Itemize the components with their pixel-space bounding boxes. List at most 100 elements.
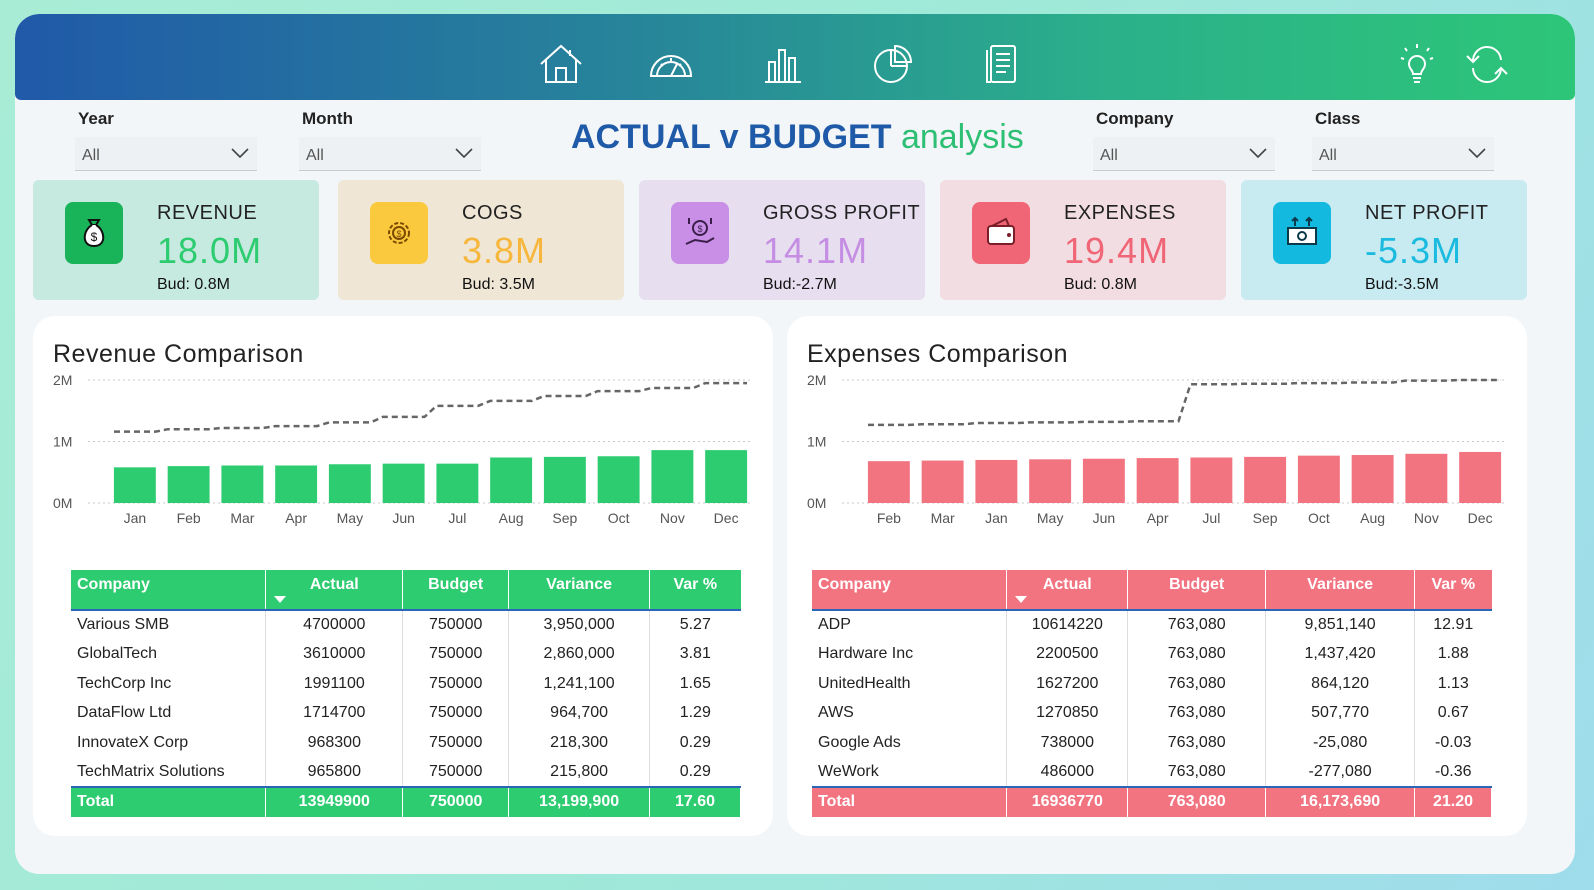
bar[interactable]	[490, 457, 533, 503]
table-row[interactable]: TechCorp Inc 1991100 750000 1,241,100 1.65	[71, 669, 741, 699]
bar[interactable]	[1459, 451, 1502, 503]
table-row[interactable]: WeWork 486000 763,080 -277,080 -0.36	[812, 757, 1492, 787]
expenses-table: Company Actual Budget Variance Var % ADP 10614…	[812, 570, 1492, 817]
lightbulb-icon[interactable]	[1393, 42, 1441, 86]
bar[interactable]	[1136, 458, 1179, 503]
bar[interactable]	[705, 450, 748, 503]
table-row[interactable]: InnovateX Corp 968300 750000 218,300 0.29	[71, 728, 741, 758]
bar[interactable]	[167, 466, 210, 503]
table-row[interactable]: DataFlow Ltd 1714700 750000 964,700 1.29	[71, 698, 741, 728]
bar[interactable]	[275, 465, 318, 503]
column-header[interactable]: Actual	[1006, 570, 1129, 610]
table-cell: 5.27	[679, 616, 711, 634]
bar[interactable]	[867, 461, 910, 503]
bar[interactable]	[436, 463, 479, 503]
page-title: ACTUAL v BUDGET analysis	[571, 118, 1024, 157]
pie-chart-icon[interactable]	[869, 42, 917, 86]
sort-desc-icon[interactable]	[1015, 596, 1028, 603]
month-filter-select[interactable]: All	[299, 137, 481, 171]
gear-icon: $	[370, 202, 428, 264]
table-row[interactable]: GlobalTech 3610000 750000 2,860,000 3.81	[71, 639, 741, 669]
month-filter-label: Month	[302, 109, 353, 128]
table-row[interactable]: Various SMB 4700000 750000 3,950,000 5.27	[71, 610, 741, 640]
x-tick-label: Apr	[1147, 510, 1169, 526]
kpi-card-gross-profit[interactable]: $ GROSS PROFIT 14.1M Bud:-2.7M	[639, 180, 925, 300]
company-filter-select[interactable]: All	[1093, 137, 1275, 171]
x-tick-label: Jul	[1202, 510, 1220, 526]
document-icon[interactable]	[979, 42, 1027, 86]
bar[interactable]	[1190, 457, 1233, 503]
bar[interactable]	[328, 464, 371, 503]
kpi-label: NET PROFIT	[1365, 202, 1489, 224]
table-cell: 10614220	[1006, 610, 1129, 640]
chevron-down-icon	[231, 148, 249, 159]
table-row[interactable]: Hardware Inc 2200500 763,080 1,437,420 1.88	[812, 639, 1492, 669]
bar[interactable]	[113, 467, 156, 503]
column-header[interactable]: Budget	[1127, 570, 1267, 610]
gauge-icon[interactable]	[647, 42, 695, 86]
column-header[interactable]: Company	[812, 570, 1008, 610]
kpi-budget: Bud: 3.5M	[462, 276, 535, 293]
kpi-value: -5.3M	[1365, 230, 1463, 271]
x-tick-label: Feb	[177, 510, 201, 526]
column-header[interactable]: Var %	[649, 570, 741, 610]
table-cell: 507,770	[1265, 698, 1416, 728]
table-cell: 968300	[265, 728, 404, 758]
bar[interactable]	[543, 456, 586, 503]
column-header[interactable]: Variance	[1265, 570, 1416, 610]
bar[interactable]	[221, 465, 264, 503]
x-tick-label: May	[337, 510, 363, 526]
class-filter-select[interactable]: All	[1312, 137, 1494, 171]
table-cell: 12.91	[1433, 616, 1474, 634]
x-tick-label: Aug	[499, 510, 524, 526]
bar[interactable]	[651, 450, 694, 503]
bar[interactable]	[975, 459, 1018, 503]
table-row[interactable]: TechMatrix Solutions 965800 750000 215,800 0…	[71, 757, 741, 787]
table-total-row: Total 16936770 763,080 16,173,690 21.20	[812, 787, 1492, 817]
table-row[interactable]: Google Ads 738000 763,080 -25,080 -0.03	[812, 728, 1492, 758]
column-header[interactable]: Variance	[508, 570, 651, 610]
table-row[interactable]: UnitedHealth 1627200 763,080 864,120 1.13	[812, 669, 1492, 699]
bar[interactable]	[1297, 455, 1340, 503]
table-row[interactable]: ADP 10614220 763,080 9,851,140 12.91	[812, 610, 1492, 640]
page-title-bold: ACTUAL v BUDGET	[571, 118, 892, 156]
column-header[interactable]: Company	[71, 570, 267, 610]
bar[interactable]	[597, 456, 640, 503]
table-cell: -0.36	[1435, 762, 1472, 780]
kpi-card-revenue[interactable]: $ REVENUE 18.0M Bud: 0.8M	[33, 180, 319, 300]
column-header-label: Company	[77, 576, 150, 593]
column-header[interactable]: Var %	[1414, 570, 1492, 610]
refresh-icon[interactable]	[1463, 42, 1511, 86]
y-tick-label: 1M	[53, 434, 72, 450]
kpi-card-net-profit[interactable]: NET PROFIT -5.3M Bud:-3.5M	[1241, 180, 1527, 300]
bar[interactable]	[1351, 455, 1394, 503]
y-tick-label: 0M	[807, 495, 826, 511]
bar[interactable]	[921, 460, 964, 503]
bar[interactable]	[1082, 458, 1125, 503]
column-header[interactable]: Budget	[402, 570, 510, 610]
home-icon[interactable]	[537, 42, 585, 86]
table-row[interactable]: AWS 1270850 763,080 507,770 0.67	[812, 698, 1492, 728]
bar[interactable]	[1244, 456, 1287, 503]
table-cell: 1714700	[265, 698, 404, 728]
column-header-label: Actual	[1042, 576, 1092, 593]
year-filter-select[interactable]: All	[75, 137, 257, 171]
table-cell: 218,300	[508, 728, 651, 758]
bar-chart-icon[interactable]	[759, 42, 807, 86]
revenue-panel: Revenue Comparison 0M 1M 2M Jan Feb Mar Apr May…	[33, 316, 773, 836]
x-tick-label: Jan	[124, 510, 147, 526]
table-cell: DataFlow Ltd	[71, 698, 267, 728]
kpi-card-cogs[interactable]: $ COGS 3.8M Bud: 3.5M	[338, 180, 624, 300]
class-filter-label: Class	[1315, 109, 1361, 128]
x-tick-label: Sep	[552, 510, 577, 526]
kpi-card-expenses[interactable]: EXPENSES 19.4M Bud: 0.8M	[940, 180, 1226, 300]
bar[interactable]	[1029, 459, 1072, 503]
bar[interactable]	[1405, 453, 1448, 503]
class-filter-value: All	[1319, 147, 1337, 164]
column-header[interactable]: Actual	[265, 570, 404, 610]
kpi-budget: Bud: 0.8M	[157, 276, 230, 293]
sort-desc-icon[interactable]	[274, 596, 287, 603]
column-header-label: Variance	[1307, 576, 1373, 593]
bar[interactable]	[382, 463, 425, 503]
table-cell: 2200500	[1006, 639, 1129, 669]
